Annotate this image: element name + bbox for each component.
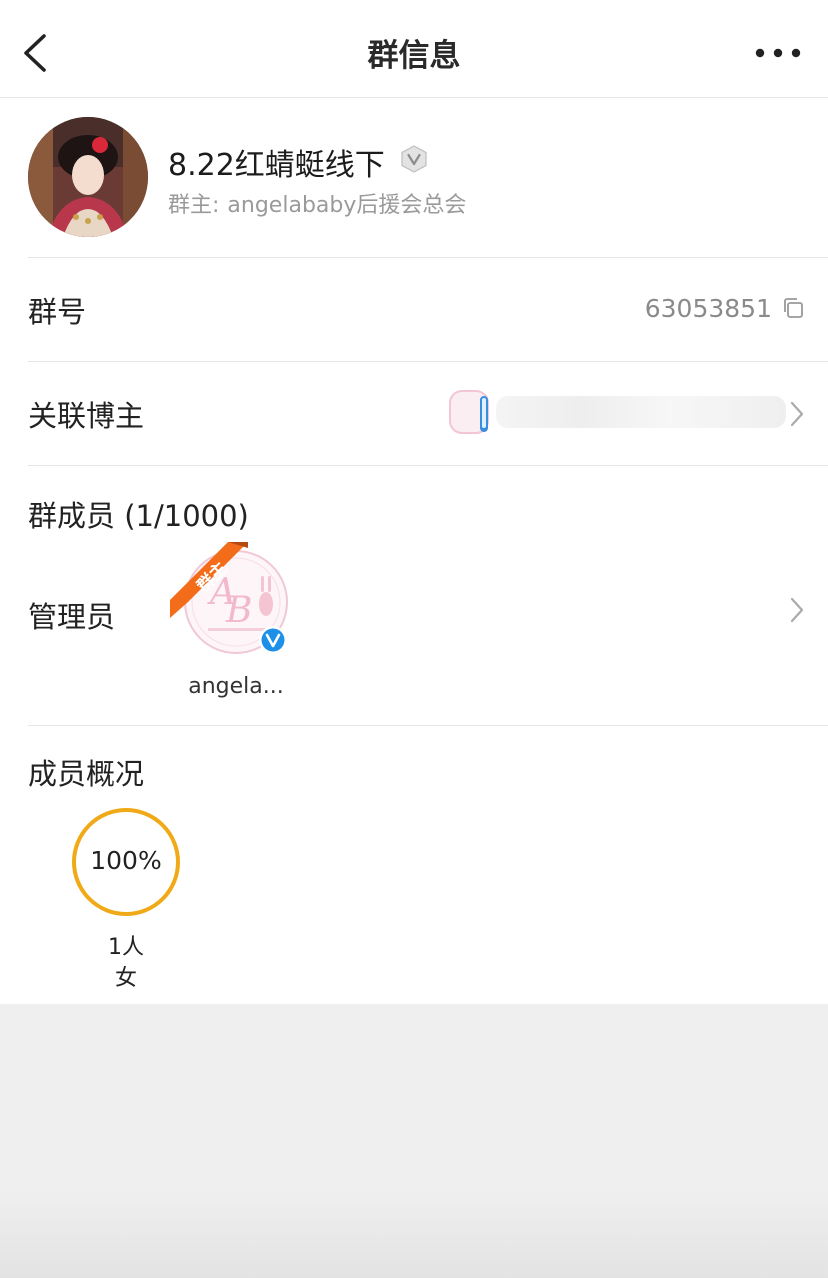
- admin-name[interactable]: angela...: [160, 674, 312, 699]
- members-label[interactable]: 群成员 (1/1000): [28, 493, 249, 535]
- group-id-label: 群号: [28, 295, 87, 329]
- divider: [28, 361, 828, 362]
- divider: [28, 465, 828, 466]
- divider: [28, 257, 828, 258]
- member-count: 1人: [108, 935, 144, 960]
- group-name: 8.22红蜻蜓线下: [168, 148, 385, 183]
- member-overview-label: 成员概况: [28, 757, 145, 791]
- page-title: 群信息: [367, 38, 461, 74]
- more-icon[interactable]: [750, 38, 806, 68]
- group-avatar[interactable]: [28, 117, 148, 237]
- bottom-shade: [0, 1190, 828, 1278]
- linked-blogger-label: 关联博主: [28, 399, 145, 433]
- group-owner: 群主: angelababy后援会总会: [168, 187, 466, 219]
- linked-blogger-avatar[interactable]: [444, 388, 494, 436]
- nav-header: 群信息: [0, 0, 828, 98]
- divider: [28, 725, 828, 726]
- copy-icon[interactable]: [781, 296, 805, 320]
- chevron-right-icon[interactable]: [788, 400, 806, 428]
- verified-icon: [401, 145, 427, 173]
- linked-blogger-name-blurred: [496, 396, 786, 428]
- owner-badge: 群主: [170, 542, 248, 618]
- owner-label: 群主:: [168, 193, 220, 218]
- gender-label: 女: [114, 966, 137, 991]
- chevron-right-icon[interactable]: [788, 596, 806, 624]
- admins-label: 管理员: [28, 600, 116, 634]
- gender-ratio-percent: 100%: [90, 846, 162, 875]
- owner-name: angelababy后援会总会: [227, 193, 467, 218]
- group-id-value: 63053851: [644, 294, 772, 323]
